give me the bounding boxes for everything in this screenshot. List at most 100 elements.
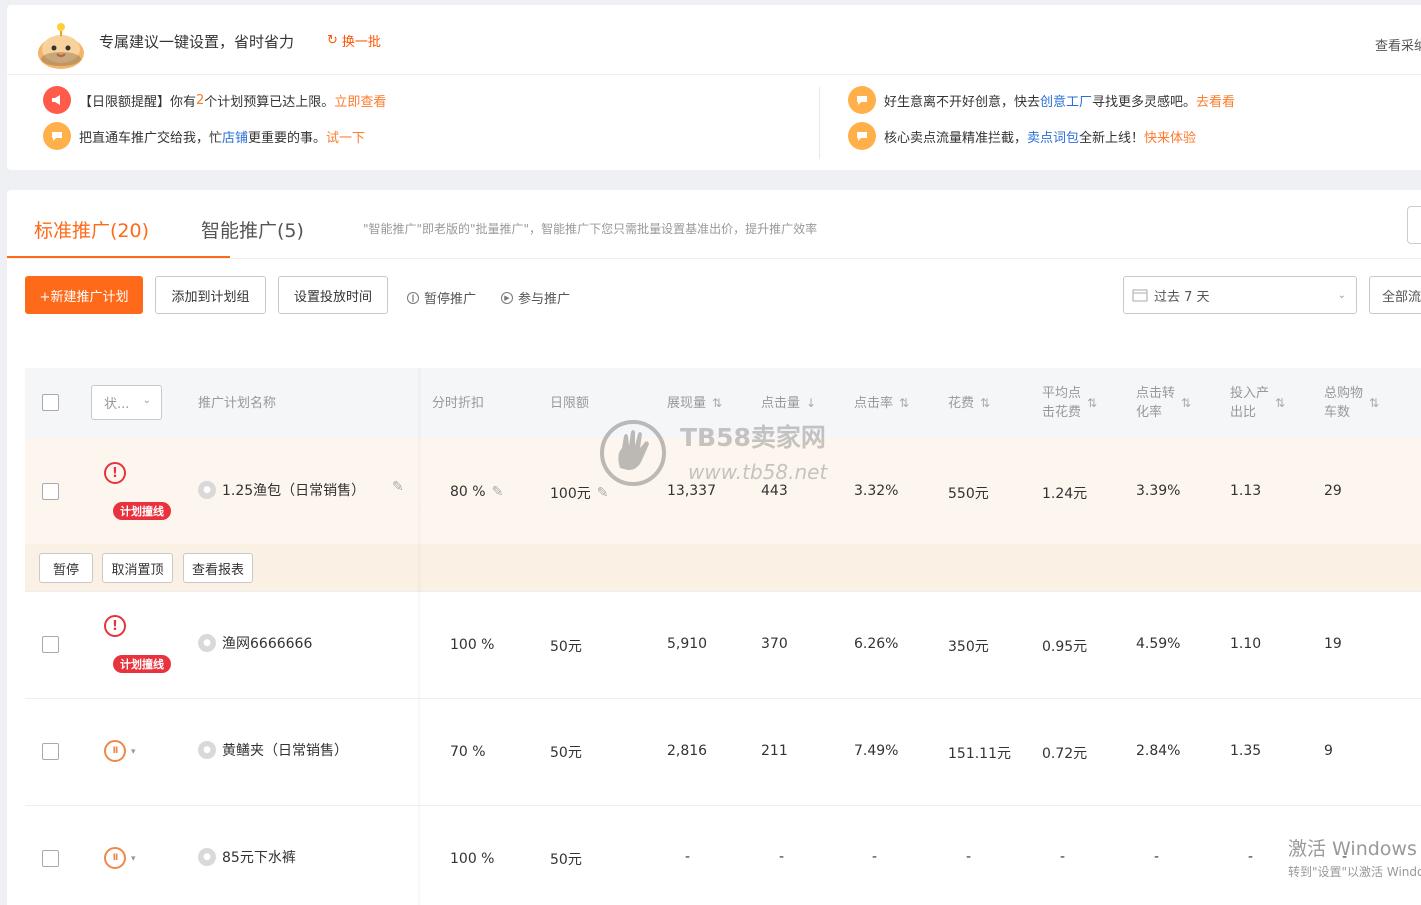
add-to-group-button[interactable]: 添加到计划组 xyxy=(155,276,266,314)
caret-down-icon[interactable]: ▾ xyxy=(131,854,136,864)
tab-standard[interactable]: 标准推广(20) xyxy=(34,216,149,243)
status-badge: 计划撞线 xyxy=(113,502,171,520)
cvr-cell: 3.39% xyxy=(1136,483,1181,499)
cart-cell: 19 xyxy=(1324,636,1342,652)
th-roi[interactable]: 投入产 出比 ⇅ xyxy=(1230,368,1285,438)
paused-status-icon[interactable]: II xyxy=(104,847,126,869)
set-time-button[interactable]: 设置投放时间 xyxy=(278,276,388,314)
paused-status-icon[interactable]: II xyxy=(104,740,126,762)
view-report-button[interactable]: 查看报表 xyxy=(183,553,253,583)
status-filter[interactable]: 状... ⌄ xyxy=(91,385,162,420)
play-icon: ▶ xyxy=(501,291,513,304)
daily-limit-cell: 50元 xyxy=(550,639,582,655)
tab-hint: "智能推广"即老版的"批量推广"，智能推广下您只需批量设置基准出价，提升推广效率 xyxy=(363,222,818,236)
th-cost[interactable]: 花费 ⇅ xyxy=(948,368,990,438)
chat-icon xyxy=(848,122,876,150)
refresh-icon: ↻ xyxy=(327,33,338,48)
row-checkbox[interactable] xyxy=(42,850,59,867)
sort-desc-icon: ↓ xyxy=(806,395,817,410)
tabs-divider xyxy=(7,258,1421,259)
warning-icon: ! xyxy=(104,615,126,637)
mascot-icon xyxy=(38,23,84,69)
plan-name[interactable]: ● 1.25渔包（日常销售） xyxy=(198,480,365,500)
plan-name[interactable]: ● 渔网6666666 xyxy=(198,633,312,653)
th-avg-cpc[interactable]: 平均点 击花费 ⇅ xyxy=(1042,368,1097,438)
view-adopted-link[interactable]: 查看采纳 xyxy=(1375,35,1421,54)
notice-keyword-pack: 核心卖点流量精准拦截， 卖点词包 全新上线！ 快来体验 xyxy=(848,122,1196,150)
select-all-checkbox[interactable] xyxy=(42,394,59,411)
join-promo-button[interactable]: ▶ 参与推广 xyxy=(501,288,570,307)
cvr-cell: - xyxy=(1154,849,1160,865)
chat-icon xyxy=(848,86,876,114)
pause-promo-button[interactable]: ‖ 暂停推广 xyxy=(407,288,476,307)
ctr-cell: 3.32% xyxy=(854,483,899,499)
watermark: TB58卖家网 www.tb58.net xyxy=(598,418,830,488)
row-checkbox[interactable] xyxy=(42,636,59,653)
discount-cell: 80 % ✎ xyxy=(450,484,504,500)
cost-cell: 550元 xyxy=(948,486,989,502)
divider xyxy=(7,74,1421,75)
plan-name[interactable]: ● 85元下水裤 xyxy=(198,847,296,867)
impressions-cell: 5,910 xyxy=(667,636,708,652)
cvr-cell: 4.59% xyxy=(1136,636,1181,652)
cart-cell: 9 xyxy=(1324,743,1333,759)
unpin-button[interactable]: 取消置顶 xyxy=(102,553,173,583)
table-row: II ▾ ● 黄鳝夹（日常销售） 70 % 50元 2,816 211 7.49%… xyxy=(25,699,1421,806)
warning-icon: ! xyxy=(104,462,126,484)
th-cvr[interactable]: 点击转 化率 ⇅ xyxy=(1136,368,1191,438)
ctr-cell: 7.49% xyxy=(854,743,899,759)
pause-button[interactable]: 暂停 xyxy=(39,553,93,583)
plan-name[interactable]: ● 黄鳝夹（日常销售） xyxy=(198,740,348,760)
new-plan-button[interactable]: +新建推广计划 xyxy=(25,276,143,314)
sort-icon: ⇅ xyxy=(1181,395,1192,410)
caret-down-icon[interactable]: ▾ xyxy=(131,747,136,757)
avg-cpc-cell: 0.95元 xyxy=(1042,639,1088,655)
ctr-cell: - xyxy=(872,849,878,865)
view-now-link[interactable]: 立即查看 xyxy=(334,91,386,110)
cost-cell: - xyxy=(966,849,972,865)
roi-cell: 1.10 xyxy=(1230,636,1262,652)
try-it-link[interactable]: 试一下 xyxy=(326,127,365,146)
hand-logo-icon xyxy=(600,420,666,486)
discount-cell: 100 % xyxy=(450,637,495,653)
go-see-link[interactable]: 去看看 xyxy=(1196,91,1235,110)
cart-cell: 29 xyxy=(1324,483,1342,499)
row-checkbox[interactable] xyxy=(42,743,59,760)
status-badge: 计划撞线 xyxy=(113,655,171,673)
megaphone-icon xyxy=(43,86,71,114)
frozen-column-shadow xyxy=(418,368,422,905)
try-experience-link[interactable]: 快来体验 xyxy=(1144,127,1196,146)
roi-cell: 1.35 xyxy=(1230,743,1262,759)
ctr-cell: 6.26% xyxy=(854,636,899,652)
edit-name-button[interactable]: ✎ xyxy=(386,479,404,495)
notice-separator xyxy=(819,87,820,159)
tab-right-button[interactable] xyxy=(1407,206,1421,244)
th-discount: 分时折扣 xyxy=(432,395,485,411)
plan-type-icon: ● xyxy=(198,848,216,866)
notice-budget: 【日限额提醒】你有 2 个计划预算已达上限。 立即查看 xyxy=(43,86,386,114)
plan-type-icon: ● xyxy=(198,481,216,499)
sort-icon: ⇅ xyxy=(1087,395,1098,410)
watermark-brand: TB58卖家网 xyxy=(680,423,826,452)
refresh-button[interactable]: ↻ 换一批 xyxy=(327,31,381,50)
cost-cell: 151.11元 xyxy=(948,746,1011,762)
sort-icon: ⇅ xyxy=(1369,395,1380,410)
notice-creative: 好生意离不开好创意，快去 创意工厂 寻找更多灵感吧。 去看看 xyxy=(848,86,1235,114)
cvr-cell: 2.84% xyxy=(1136,743,1181,759)
avg-cpc-cell: 1.24元 xyxy=(1042,486,1088,502)
chevron-down-icon: ⌄ xyxy=(1337,289,1346,301)
calendar-icon xyxy=(1132,289,1148,302)
th-cart[interactable]: 总购物 车数 ⇅ xyxy=(1324,368,1379,438)
th-daily-limit: 日限额 xyxy=(550,395,590,411)
date-range-select[interactable]: 过去 7 天 ⌄ xyxy=(1123,276,1357,314)
pencil-icon: ✎ xyxy=(392,479,404,495)
avg-cpc-cell: 0.72元 xyxy=(1042,746,1088,762)
th-ctr[interactable]: 点击率 ⇅ xyxy=(854,368,909,438)
tab-smart[interactable]: 智能推广(5) xyxy=(201,216,304,243)
traffic-filter-select[interactable]: 全部流 xyxy=(1369,276,1421,314)
plan-type-icon: ● xyxy=(198,741,216,759)
plan-type-icon: ● xyxy=(198,634,216,652)
row-checkbox[interactable] xyxy=(42,483,59,500)
impressions-cell: - xyxy=(685,849,691,865)
pencil-icon[interactable]: ✎ xyxy=(492,484,504,500)
